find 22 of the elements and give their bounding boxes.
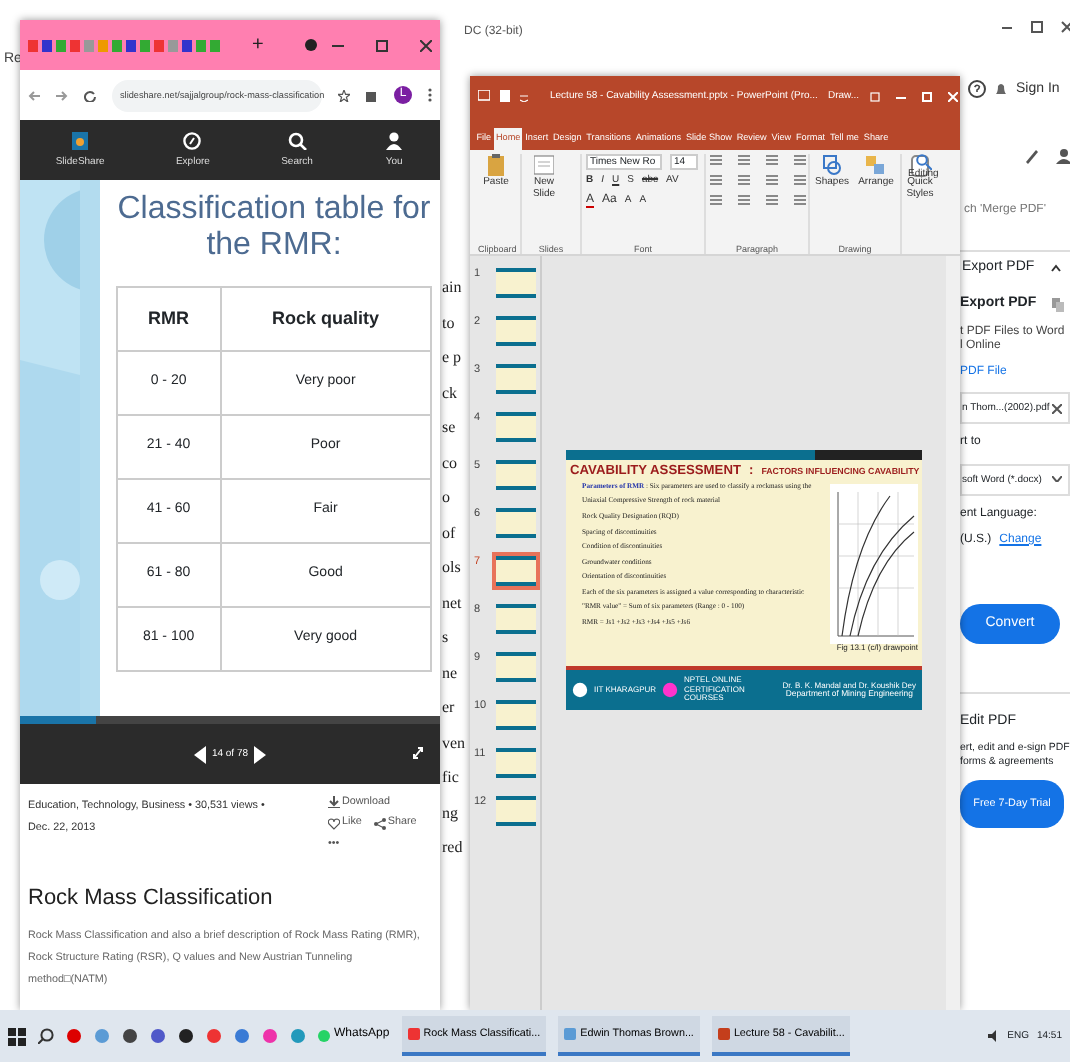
document-text: of [442,521,458,545]
document-text: ck [442,381,460,405]
document-text: ne [442,661,460,685]
document-text: e p [442,346,464,370]
document-text: ven [442,731,466,755]
document-text: s [442,626,451,650]
document-text: o [442,486,452,510]
slide-title: Classification table for the RMR: [116,192,432,263]
document-text: fic [442,766,461,790]
document-text: co [442,451,460,475]
page-title: Rock Mass Classification [26,884,275,915]
document-text: se [442,416,458,440]
document-text: to [442,311,457,335]
column-header: Rock quality [220,287,431,352]
document-text: red [442,836,465,860]
new-tab-button[interactable]: + [252,34,264,56]
document-text: ain [442,276,464,300]
column-header: RMR [117,287,221,352]
document-text: ng [442,801,460,825]
document-text: net [442,591,464,615]
document-text: ols [442,556,463,580]
document-text: er [442,696,457,720]
